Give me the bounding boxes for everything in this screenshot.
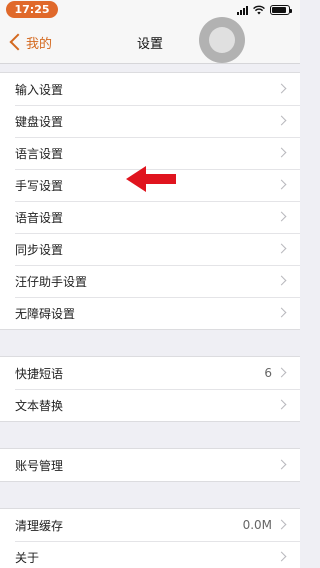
chevron-right-icon — [276, 275, 287, 286]
settings-row-clear-cache[interactable]: 清理缓存 0.0M — [0, 509, 300, 541]
row-value: 0.0M — [242, 518, 272, 532]
row-label: 关于 — [15, 550, 40, 565]
row-label: 快捷短语 — [15, 366, 64, 381]
chevron-right-icon — [276, 83, 287, 94]
battery-icon — [270, 5, 292, 15]
wifi-icon — [253, 5, 265, 15]
assistive-touch-button[interactable] — [199, 17, 245, 63]
settings-row-about[interactable]: 关于 — [0, 541, 300, 568]
chevron-right-icon — [276, 551, 287, 562]
chevron-right-icon — [276, 367, 287, 378]
status-icons — [237, 4, 292, 16]
chevron-right-icon — [276, 115, 287, 126]
chevron-right-icon — [276, 519, 287, 530]
page-title: 设置 — [136, 37, 163, 52]
settings-row-accessibility[interactable]: 无障碍设置 — [0, 297, 300, 329]
settings-row-keyboard[interactable]: 键盘设置 — [0, 105, 300, 137]
row-label: 键盘设置 — [15, 114, 64, 129]
settings-group-account: 账号管理 — [0, 448, 300, 482]
settings-row-assistant[interactable]: 汪仔助手设置 — [0, 265, 300, 297]
status-bar: 17:25 — [0, 0, 300, 20]
row-label: 文本替换 — [15, 398, 64, 413]
row-value: 6 — [264, 366, 272, 380]
row-label: 账号管理 — [15, 458, 64, 473]
chevron-right-icon — [276, 179, 287, 190]
settings-row-account[interactable]: 账号管理 — [0, 449, 300, 481]
chevron-right-icon — [276, 307, 287, 318]
chevron-right-icon — [276, 147, 287, 158]
navigation-bar: 我的 设置 — [0, 20, 300, 64]
settings-row-sync[interactable]: 同步设置 — [0, 233, 300, 265]
row-label: 清理缓存 — [15, 518, 64, 533]
status-time: 17:25 — [6, 1, 58, 18]
signal-icon — [237, 5, 248, 15]
chevron-right-icon — [276, 459, 287, 470]
row-label: 汪仔助手设置 — [15, 274, 88, 289]
chevron-right-icon — [276, 399, 287, 410]
row-label: 无障碍设置 — [15, 306, 76, 321]
settings-group-phrases: 快捷短语 6 文本替换 — [0, 356, 300, 422]
row-label: 输入设置 — [15, 82, 64, 97]
row-label: 语言设置 — [15, 146, 64, 161]
red-arrow-annotation-icon — [126, 166, 176, 192]
row-label: 手写设置 — [15, 178, 64, 193]
settings-group-misc: 清理缓存 0.0M 关于 — [0, 508, 300, 568]
chevron-right-icon — [276, 211, 287, 222]
settings-row-voice[interactable]: 语音设置 — [0, 201, 300, 233]
settings-row-text-replacement[interactable]: 文本替换 — [0, 389, 300, 421]
settings-row-quick-phrases[interactable]: 快捷短语 6 — [0, 357, 300, 389]
row-label: 同步设置 — [15, 242, 64, 257]
settings-group-general: 输入设置 键盘设置 语言设置 手写设置 语音设置 同步设置 汪仔助手设置 无障碍… — [0, 72, 300, 330]
chevron-right-icon — [276, 243, 287, 254]
row-label: 语音设置 — [15, 210, 64, 225]
settings-row-input[interactable]: 输入设置 — [0, 73, 300, 105]
